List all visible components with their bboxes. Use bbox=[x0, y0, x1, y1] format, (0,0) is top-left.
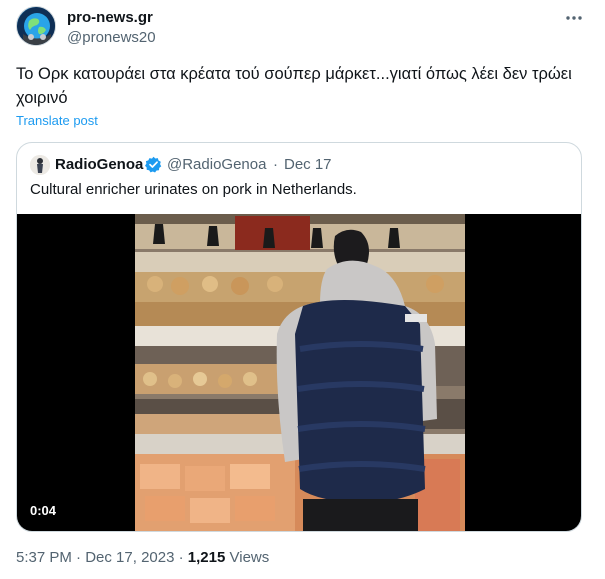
post-meta: 5:37 PM · Dec 17, 2023 · 1,215 Views bbox=[16, 549, 269, 566]
quoted-author-avatar[interactable] bbox=[30, 155, 50, 175]
post-time[interactable]: 5:37 PM bbox=[16, 549, 72, 566]
video-frame bbox=[135, 214, 465, 531]
author-handle[interactable]: @pronews20 bbox=[67, 29, 156, 46]
author-avatar[interactable] bbox=[16, 6, 56, 46]
video-player[interactable]: 0:04 bbox=[17, 214, 581, 531]
quoted-post[interactable]: RadioGenoa @RadioGenoa · Dec 17 Cultural… bbox=[16, 142, 582, 532]
quoted-post-date[interactable]: Dec 17 bbox=[284, 156, 332, 173]
views-label: Views bbox=[229, 549, 270, 566]
meta-separator-2: · bbox=[178, 549, 184, 566]
tweet: pro-news.gr @pronews20 Το Ορκ κατουράει … bbox=[0, 0, 605, 579]
more-horizontal-icon bbox=[566, 16, 582, 20]
quoted-author-name[interactable]: RadioGenoa bbox=[55, 156, 143, 173]
post-text: Το Ορκ κατουράει στα κρέατα τού σούπερ μ… bbox=[16, 65, 572, 107]
verified-badge-icon bbox=[145, 156, 162, 173]
translate-post-link[interactable]: Translate post bbox=[16, 113, 98, 128]
meta-separator: · bbox=[76, 549, 82, 566]
video-duration: 0:04 bbox=[30, 503, 57, 518]
post-date[interactable]: Dec 17, 2023 bbox=[85, 549, 174, 566]
quoted-author-handle[interactable]: @RadioGenoa bbox=[167, 156, 266, 173]
views-count: 1,215 bbox=[187, 549, 226, 566]
quoted-separator: · bbox=[273, 156, 278, 173]
more-options-button[interactable] bbox=[562, 8, 586, 28]
author-name[interactable]: pro-news.gr bbox=[67, 9, 153, 26]
quoted-post-text: Cultural enricher urinates on pork in Ne… bbox=[30, 181, 357, 198]
